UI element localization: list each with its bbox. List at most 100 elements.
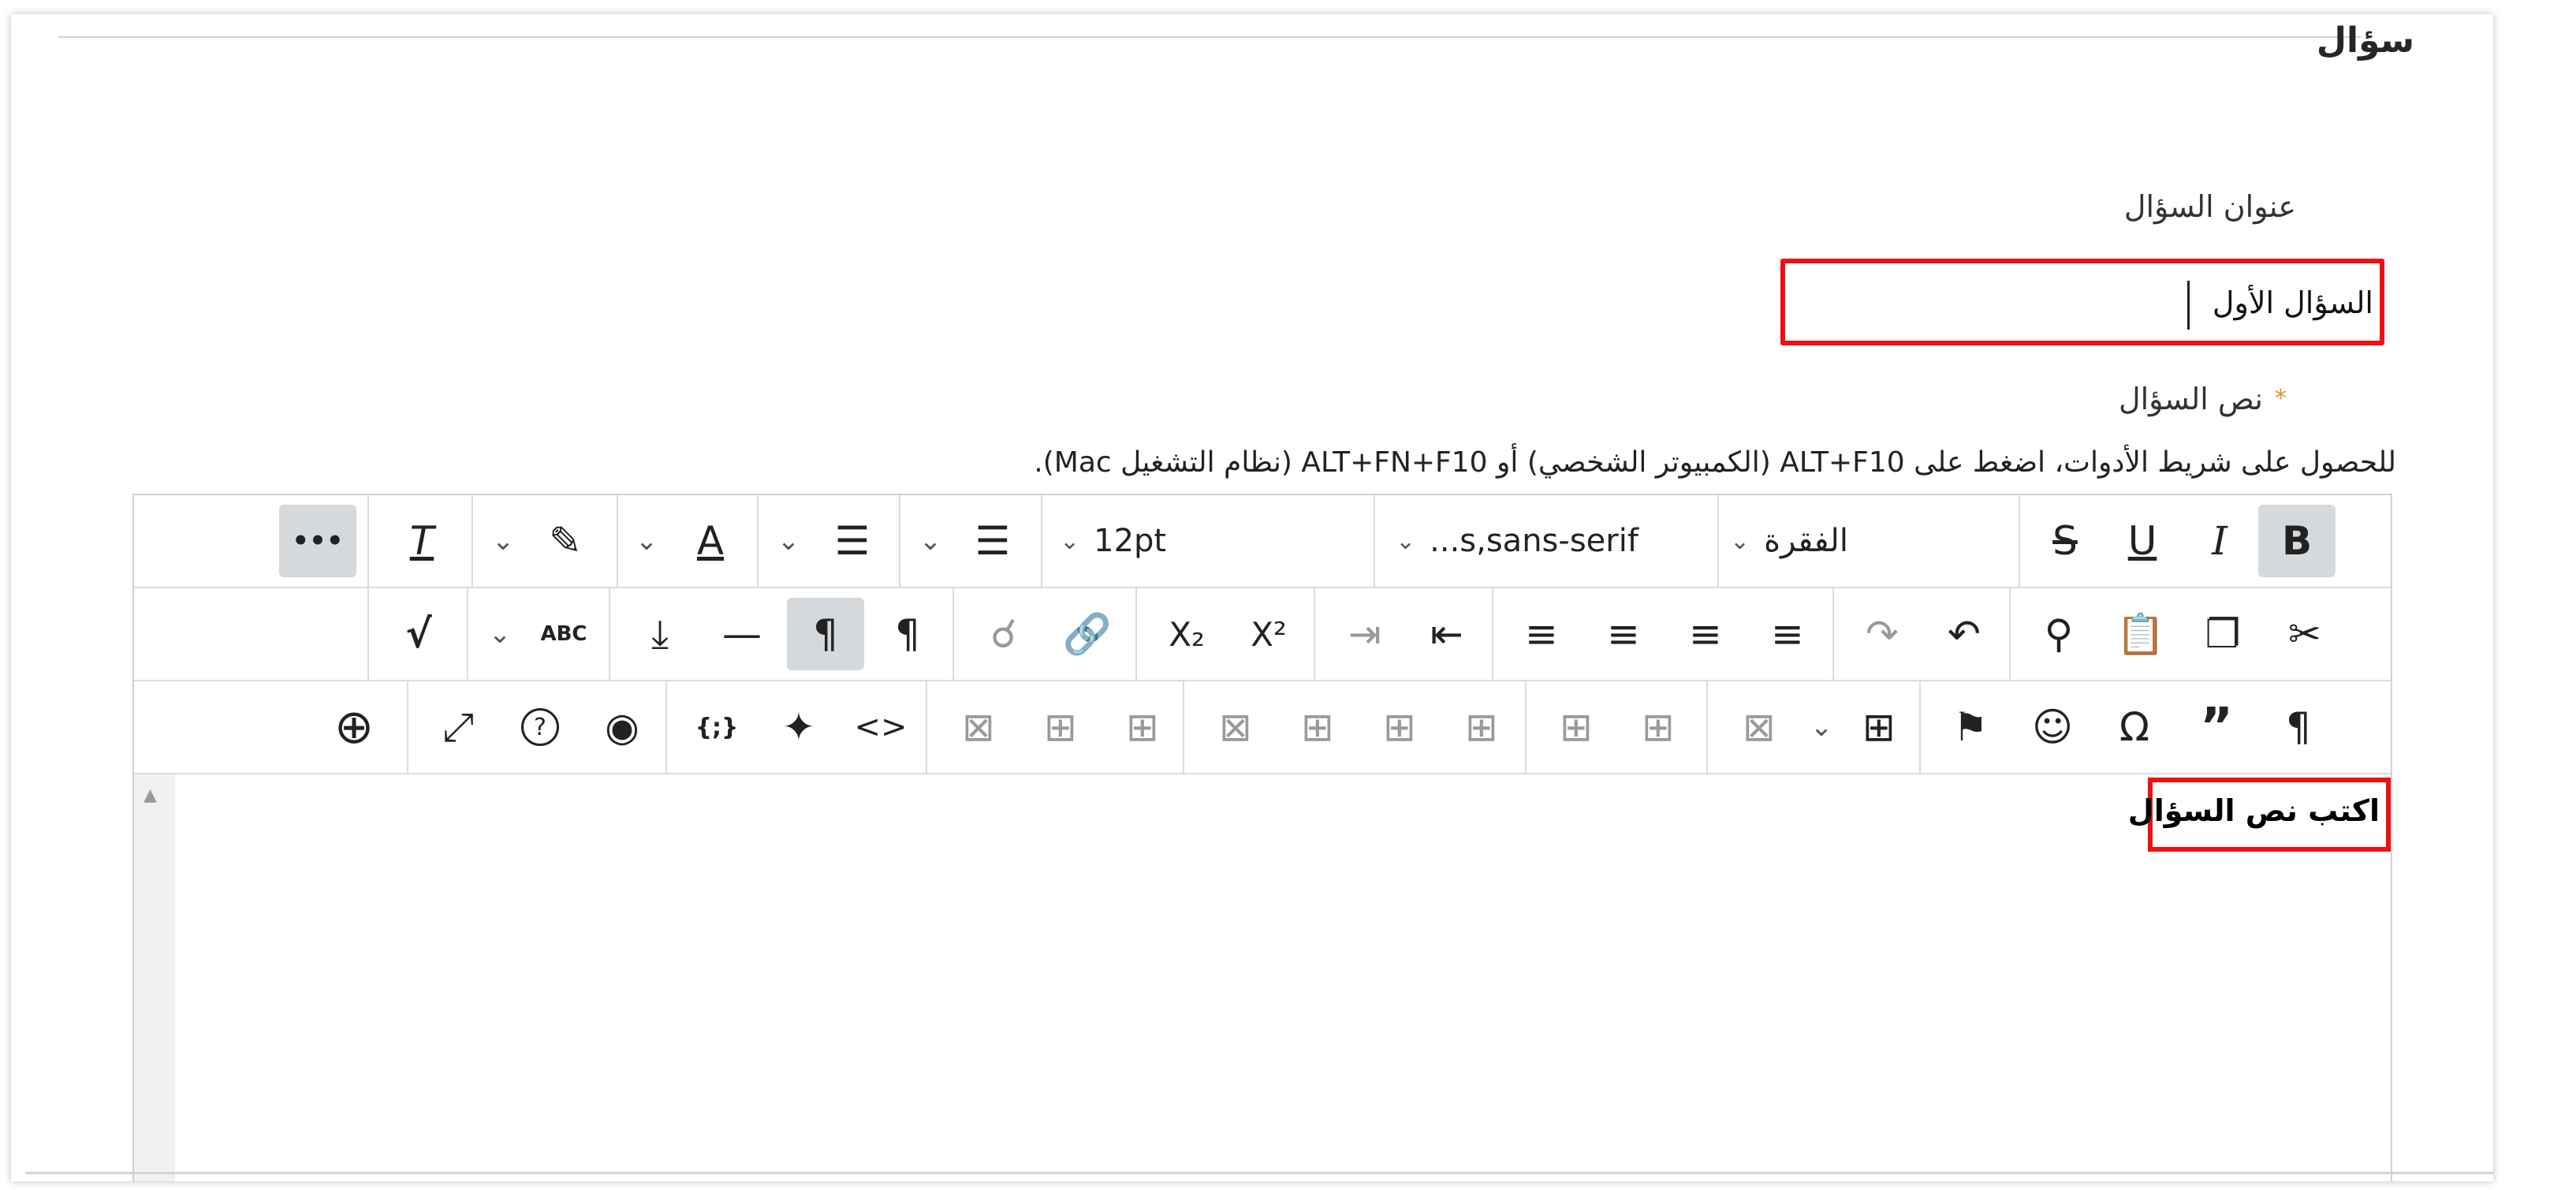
preview-button[interactable]: ◉ [583,691,661,763]
align-center-button[interactable]: ≡ [1667,598,1744,670]
text-caret [2187,281,2190,330]
horizontal-line-button[interactable]: — [703,598,781,670]
fullscreen-button[interactable]: ⤢ [419,691,497,763]
question-title-input[interactable]: السؤال الأول [1780,259,2384,345]
chevron-down-icon[interactable]: ⌄ [623,505,670,577]
chevron-down-icon[interactable]: ⌄ [765,505,812,577]
unlink-icon: ☌ [990,611,1017,657]
more-button[interactable]: ••• [279,505,356,577]
chevron-down-icon[interactable]: ⌄ [476,598,524,670]
delete-table-button[interactable]: ⊠ [1720,691,1798,763]
chevron-down-icon: ⌄ [1730,527,1750,555]
paste-button[interactable]: 📋 [2102,598,2179,670]
ltr-direction-button[interactable]: ¶ [869,598,946,670]
font-family-dropdown[interactable]: ⌄ ...s,sans-serif [1396,505,1711,577]
scissors-icon: ✂ [2288,611,2321,657]
align-left-button[interactable]: ≡ [1749,598,1826,670]
code-view-button[interactable]: <> [842,691,919,763]
unordered-list-button[interactable]: ☰ [954,505,1031,577]
insert-link-button[interactable]: 🔗 [1049,598,1126,670]
special-character-button[interactable]: Ω [2096,691,2173,763]
chevron-down-icon[interactable]: ⌄ [479,505,527,577]
bold-button[interactable]: B [2258,505,2336,577]
undo-button[interactable]: ↶ [1925,598,2003,670]
spellcheck-button[interactable]: ABC [525,598,602,670]
clear-formatting-button[interactable]: T [383,505,460,577]
superscript-button[interactable]: X² [1230,598,1307,670]
indent-button[interactable]: ⇥ [1326,598,1404,670]
editor-scrollbar[interactable]: ▲ [134,774,175,1181]
accessibility-checker-button[interactable]: ✦ [760,691,837,763]
outdent-button[interactable]: ⇤ [1408,598,1486,670]
paragraph-ltr-icon: ¶ [895,611,920,657]
anchor-button[interactable]: ⚑ [1932,691,2009,763]
font-size-value: 12pt [1094,523,1167,559]
paragraph-format-dropdown[interactable]: ⌄ الفقرة [1730,505,1998,577]
add-content-button[interactable]: ⊕ [315,691,393,763]
paragraph-mark-button[interactable]: ¶ [2260,691,2337,763]
highlight-color-button[interactable]: ✎ [527,505,604,577]
table-cell-props-button[interactable]: ⊞ [1538,691,1615,763]
question-body-text: اكتب نص السؤال [2127,793,2380,828]
toolbar-row-2: ✂ ❐ 📋 ⚲ ↶ ↷ ≡ ≡ ≡ ≡ ⇤ ⇥ X² X₂ 🔗 ☌ ¶ ¶ — … [134,588,2391,681]
text-color-button[interactable]: A [672,505,749,577]
row-before-icon: ⊞ [1465,704,1498,750]
card-bottom-divider [25,1172,2493,1174]
paragraph-rtl-icon: ¶ [813,611,838,657]
bookmark-icon: ⚑ [1952,704,1989,750]
bullet-list-icon: ☰ [975,518,1011,564]
align-right-button[interactable]: ≡ [1585,598,1662,670]
smile-icon: ☺ [2031,704,2074,750]
question-title-value: السؤال الأول [2212,285,2373,320]
editor-content-area[interactable]: ▲ اكتب نص السؤال [134,774,2391,1181]
insert-file-button[interactable]: ⤓ [621,598,699,670]
align-left-icon: ≡ [1771,611,1804,657]
highlighter-icon: ✎ [549,518,582,564]
link-icon: 🔗 [1062,610,1113,657]
delete-col-button[interactable]: ⊠ [940,691,1017,763]
question-text-label: نص السؤال [2118,382,2263,416]
align-justify-icon: ≡ [1525,611,1558,657]
insert-col-after-button[interactable]: ⊞ [1104,691,1181,763]
upload-icon: ⤓ [651,610,669,657]
plus-circle-icon: ⊕ [334,699,375,755]
font-size-dropdown[interactable]: ⌄ 12pt [1060,505,1359,577]
scroll-up-icon[interactable]: ▲ [144,785,157,805]
split-cell-button[interactable]: ⊞ [1022,691,1099,763]
italic-button[interactable]: I [2181,505,2258,577]
copy-button[interactable]: ❐ [2184,598,2261,670]
blockquote-button[interactable]: ” [2178,691,2255,763]
emoticon-button[interactable]: ☺ [2014,691,2091,763]
cut-button[interactable]: ✂ [2266,598,2343,670]
ordered-list-button[interactable]: ☰ [814,505,891,577]
math-editor-button[interactable]: √ [380,598,457,670]
align-justify-button[interactable]: ≡ [1503,598,1580,670]
font-family-value: ...s,sans-serif [1430,523,1638,559]
strikethrough-button[interactable]: S [2026,505,2104,577]
table-row-icon: ⊞ [1642,704,1675,750]
chevron-down-icon: ⌄ [1396,527,1416,555]
help-icon: ? [521,708,559,746]
required-marker: * [2275,385,2287,412]
subscript-button[interactable]: X₂ [1148,598,1225,670]
underline-button[interactable]: U [2104,505,2181,577]
section-title: سؤال [2316,21,2414,61]
help-button[interactable]: ? [501,691,579,763]
question-body-highlight: اكتب نص السؤال [2128,778,2391,852]
chevron-down-icon[interactable]: ⌄ [1798,691,1845,763]
redo-button[interactable]: ↷ [1843,598,1921,670]
insert-col-before-button[interactable]: ⊞ [1279,691,1356,763]
insert-row-before-button[interactable]: ⊞ [1443,691,1520,763]
table-row-props-button[interactable]: ⊞ [1620,691,1697,763]
find-replace-button[interactable]: ⚲ [2020,598,2097,670]
insert-row-after-button[interactable]: ⊞ [1361,691,1438,763]
rtl-direction-button[interactable]: ¶ [787,598,864,670]
rich-text-editor: B I U S ⌄ الفقرة ⌄ ...s,sans-serif ⌄ 12p… [132,494,2392,1181]
col-delete-icon: ⊠ [962,704,995,750]
chevron-down-icon[interactable]: ⌄ [907,505,954,577]
clear-format-icon: T [409,518,434,564]
remove-link-button[interactable]: ☌ [965,598,1042,670]
insert-table-button[interactable]: ⊞ [1840,691,1918,763]
source-code-button[interactable]: {;} [678,691,755,763]
delete-row-button[interactable]: ⊠ [1197,691,1274,763]
